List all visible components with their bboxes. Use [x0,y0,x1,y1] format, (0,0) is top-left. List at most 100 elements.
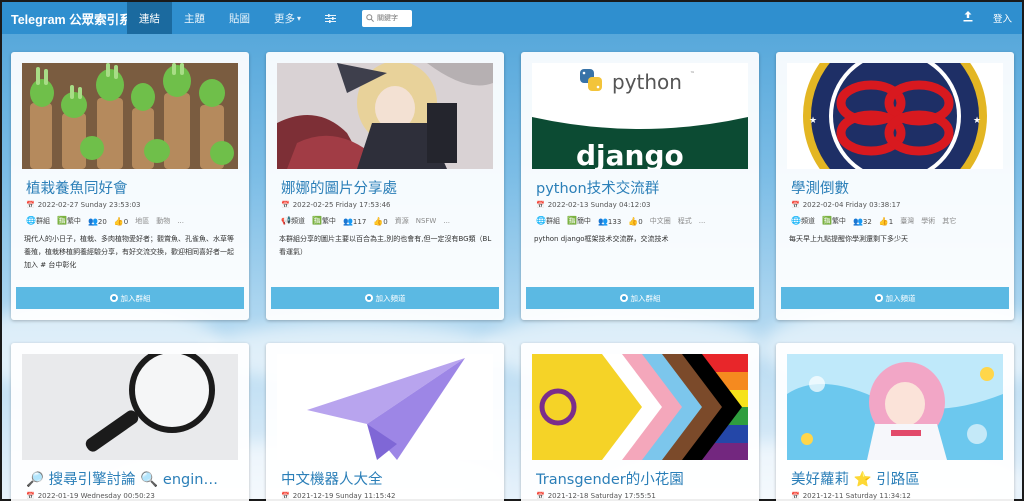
calendar-icon: 📅 [281,492,290,500]
thumbs-up-icon[interactable]: 👍 [373,217,383,226]
card-description: 每天早上九點提醒你學測還剩下多少天 [789,235,908,243]
card-title[interactable]: 植栽養魚同好會 [26,177,240,197]
telegram-icon [109,294,118,302]
join-channel-button[interactable]: 加入頻道 [781,287,1009,309]
channel-card: 🔎 搜尋引擎討論 🔍 engin… 📅 2022-01-19 Wednesday … [11,343,249,501]
tag: ... [698,217,706,225]
calendar-icon: 📅 [26,201,35,209]
card-image-magnifier[interactable] [22,354,238,460]
join-group-button[interactable]: 加入群組 [16,287,244,309]
tag[interactable]: 動物 [156,216,170,226]
card-date: 📅 2022-02-25 Friday 17:53:46 [281,201,391,209]
tag[interactable]: 中文圈 [650,216,671,226]
card-title[interactable]: 中文機器人大全 [281,468,495,488]
thumbs-up-icon[interactable]: 👍 [879,217,889,226]
channel-card: 娜娜的圖片分享處 📅 2022-02-25 Friday 17:53:46 📢頻道… [266,52,504,320]
calendar-icon: 📅 [26,492,35,500]
card-image-progress-flag[interactable] [532,354,748,460]
card-date: 📅 2022-01-19 Wednesday 00:50:23 [26,492,155,500]
svg-text:★: ★ [809,116,817,126]
card-image-python-django[interactable]: python ™ django [532,63,748,169]
top-navbar: Telegram 公眾索引系統 連結 主題 貼圖 更多▾ 登入 [2,2,1022,34]
card-title[interactable]: 學測倒數 [791,177,1005,197]
card-title[interactable]: python技术交流群 [536,177,750,197]
calendar-icon: 📅 [281,201,290,209]
group-icon: 🌐 [536,216,546,225]
card-date: 📅 2021-12-11 Saturday 11:34:12 [791,492,911,500]
login-link[interactable]: 登入 [993,11,1012,25]
tag[interactable]: 地區 [135,216,149,226]
card-date: 📅 2021-12-18 Saturday 17:55:51 [536,492,656,500]
card-date: 📅 2022-02-27 Sunday 23:53:03 [26,201,141,209]
channel-card: 植栽養魚同好會 📅 2022-02-27 Sunday 23:53:03 🌐群組 … [11,52,249,320]
card-meta: 🌐群組 🈯簡中 👥133 👍0 中文圈 程式 ... [536,216,706,226]
globe-icon: 🌐 [26,216,36,225]
channel-icon: 📢 [281,216,291,225]
sliders-icon[interactable] [313,2,348,34]
card-description: 本群組分享的圖片主要以百合為主,別的也會有,但一定沒有BG類（BL看運氣） [279,235,492,256]
tag[interactable]: 其它 [942,216,956,226]
members-icon: 👥 [852,216,863,226]
join-group-button[interactable]: 加入群組 [526,287,754,309]
card-meta: 🌐頻道 🈯繁中 👥32 👍1 臺灣 學術 其它 [791,216,957,226]
channel-card: python ™ django python技术交流群 📅 2022-02-13 … [521,52,759,320]
language-icon: 🈯 [566,216,577,225]
card-image-paper-plane[interactable] [277,354,493,460]
channel-card: Transgender的小花園 📅 2021-12-18 Saturday 17:… [521,343,759,501]
language-icon: 🈯 [821,216,832,225]
card-title[interactable]: 娜娜的圖片分享處 [281,177,495,197]
site-brand[interactable]: Telegram 公眾索引系統 [2,9,144,28]
tag[interactable]: NSFW [416,217,437,225]
calendar-icon: 📅 [536,201,545,209]
search-input[interactable] [377,14,408,22]
calendar-icon: 📅 [536,492,545,500]
members-icon: 👥 [342,216,353,226]
language-icon: 🈯 [311,216,322,225]
channel-card: 中文機器人大全 📅 2021-12-19 Sunday 11:15:42 [266,343,504,501]
channel-card: ★ ★ 學測倒數 📅 2022-02-04 Friday 03:38:17 🌐頻道… [776,52,1014,320]
tag[interactable]: 臺灣 [900,216,914,226]
upload-icon[interactable] [963,11,973,25]
nav-stickers[interactable]: 貼圖 [217,2,262,34]
thumbs-up-icon[interactable]: 👍 [628,217,638,226]
join-channel-button[interactable]: 加入頻道 [271,287,499,309]
globe-icon: 🌐 [791,216,801,225]
language-icon: 🈯 [56,216,67,225]
card-date: 📅 2021-12-19 Sunday 11:15:42 [281,492,396,500]
tag[interactable]: 程式 [678,216,692,226]
telegram-icon [364,294,373,302]
thumbs-up-icon[interactable]: 👍 [114,217,124,226]
card-description: python django框架技术交流群，交流技术 [534,235,669,243]
tag: ... [177,217,184,225]
calendar-icon: 📅 [791,201,800,209]
card-image-succulents[interactable] [22,63,238,169]
members-icon: 👥 [87,216,98,226]
nav-more-dropdown[interactable]: 更多 ▾ [262,2,313,34]
members-icon: 👥 [597,216,608,226]
telegram-icon [874,294,883,302]
card-title[interactable]: 美好蘿莉 ⭐ 引路區 [791,468,1005,488]
card-image-exam-seal[interactable]: ★ ★ [787,63,1003,169]
python-logo-text: python [612,70,682,94]
card-image-anime-girl[interactable] [277,63,493,169]
tag[interactable]: 學術 [921,216,935,226]
telegram-icon [619,294,628,302]
svg-text:★: ★ [973,116,981,126]
channel-card: 美好蘿莉 ⭐ 引路區 📅 2021-12-11 Saturday 11:34:12 [776,343,1014,501]
card-meta: 🌐群組 🈯繁中 👥20 👍0 地區 動物 ... [26,216,184,226]
django-logo-text: django [576,139,684,169]
nav-links[interactable]: 連結 [127,2,172,34]
card-title[interactable]: 🔎 搜尋引擎討論 🔍 engin… [26,468,240,488]
tag[interactable]: 資源 [395,216,409,226]
calendar-icon: 📅 [791,492,800,500]
card-date: 📅 2022-02-04 Friday 03:38:17 [791,201,901,209]
trademark-mark: ™ [690,71,695,77]
card-image-anime-underwater[interactable] [787,354,1003,460]
tag: ... [443,217,451,225]
card-meta: 📢頻道 🈯繁中 👥117 👍0 資源 NSFW ... [281,216,451,226]
chevron-down-icon: ▾ [297,13,302,23]
nav-topics[interactable]: 主題 [172,2,217,34]
card-title[interactable]: Transgender的小花園 [536,468,750,488]
card-date: 📅 2022-02-13 Sunday 04:12:03 [536,201,651,209]
card-description: 現代人的小日子，植栽、多肉植物愛好者；觀賞魚、孔雀魚、水草等養殖，植栽移植飼養經… [24,235,234,269]
